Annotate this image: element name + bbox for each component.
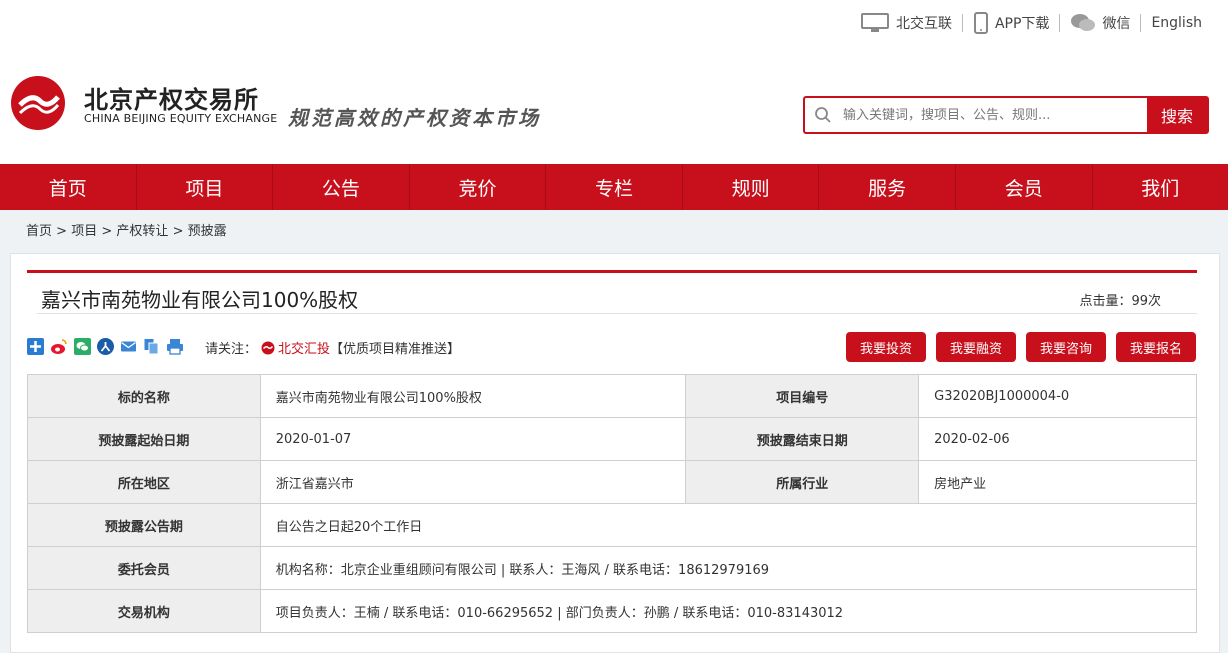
project-panel: 嘉兴市南苑物业有限公司100%股权 点击量：99次 请关注： 北交汇投 【优质项… (10, 253, 1220, 653)
breadcrumb-pre-disclosure: 预披露 (188, 224, 227, 239)
slogan: 规范高效的产权资本市场 (288, 102, 541, 131)
finance-button[interactable]: 我要融资 (936, 332, 1016, 362)
toplink-wechat[interactable]: 微信 (1060, 14, 1141, 32)
wechat-icon (1070, 13, 1096, 33)
copy-icon[interactable] (143, 338, 160, 355)
cbex-logo-icon[interactable] (10, 75, 66, 131)
breadcrumb-projects[interactable]: 项目 (71, 224, 97, 239)
table-row: 所在地区 浙江省嘉兴市 所属行业 房地产业 (28, 461, 1197, 504)
follow-link-label: 北交汇投 (278, 338, 330, 357)
register-button[interactable]: 我要报名 (1116, 332, 1196, 362)
info-value: 房地产业 (919, 461, 1197, 504)
table-row: 委托会员 机构名称：北京企业重组顾问有限公司 | 联系人：王海风 / 联系电话：… (28, 547, 1197, 590)
follow-prefix: 请关注： (205, 338, 257, 357)
renren-icon[interactable] (97, 338, 114, 355)
project-info-table: 标的名称 嘉兴市南苑物业有限公司100%股权 项目编号 G32020BJ1000… (27, 374, 1197, 633)
table-row: 标的名称 嘉兴市南苑物业有限公司100%股权 项目编号 G32020BJ1000… (28, 375, 1197, 418)
info-value: 嘉兴市南苑物业有限公司100%股权 (260, 375, 686, 418)
wechat-share-icon[interactable] (74, 338, 91, 355)
nav-about[interactable]: 我们 (1093, 164, 1228, 210)
search-box: 搜索 (803, 96, 1209, 134)
top-links: 北交互联 APP下载 微信 English (850, 10, 1212, 36)
hit-count: 点击量：99次 (1079, 290, 1161, 309)
breadcrumb: 首页 > 项目 > 产权转让 > 预披露 (26, 220, 227, 239)
nav-bidding[interactable]: 竞价 (410, 164, 547, 210)
share-bar (27, 338, 190, 355)
site-header: 北京产权交易所 CHINA BEIJING EQUITY EXCHANGE 规范… (0, 42, 1228, 164)
info-value: 浙江省嘉兴市 (260, 461, 686, 504)
follow-prompt: 请关注： 北交汇投 【优质项目精准推送】 (205, 338, 460, 357)
weibo-icon[interactable] (50, 338, 68, 355)
info-value: 项目负责人：王楠 / 联系电话：010-66295652 | 部门负责人：孙鹏 … (260, 590, 1196, 633)
nav-members[interactable]: 会员 (956, 164, 1093, 210)
toplink-bj-interconnect[interactable]: 北交互联 (850, 14, 963, 32)
toplink-english[interactable]: English (1141, 14, 1212, 32)
nav-projects[interactable]: 项目 (137, 164, 274, 210)
brand-name-en: CHINA BEIJING EQUITY EXCHANGE (84, 112, 277, 125)
info-label: 所在地区 (28, 461, 261, 504)
follow-bjhuitou-link[interactable]: 北交汇投 (261, 338, 330, 357)
email-icon[interactable] (120, 338, 137, 355)
brand-name-cn: 北京产权交易所 (84, 80, 259, 115)
nav-columns[interactable]: 专栏 (546, 164, 683, 210)
info-label: 预披露起始日期 (28, 418, 261, 461)
breadcrumb-sep: > (101, 224, 112, 239)
info-label: 交易机构 (28, 590, 261, 633)
breadcrumb-home[interactable]: 首页 (26, 224, 52, 239)
table-row: 预披露起始日期 2020-01-07 预披露结束日期 2020-02-06 (28, 418, 1197, 461)
info-label: 预披露公告期 (28, 504, 261, 547)
title-divider (37, 313, 1197, 314)
nav-announcements[interactable]: 公告 (273, 164, 410, 210)
cbex-small-logo-icon (261, 341, 275, 355)
nav-rules[interactable]: 规则 (683, 164, 820, 210)
toplink-label: English (1151, 15, 1202, 31)
nav-services[interactable]: 服务 (819, 164, 956, 210)
search-button[interactable]: 搜索 (1147, 98, 1207, 132)
toplink-label: APP下载 (995, 13, 1049, 33)
info-label: 项目编号 (686, 375, 919, 418)
breadcrumb-sep: > (173, 224, 184, 239)
info-value: 机构名称：北京企业重组顾问有限公司 | 联系人：王海风 / 联系电话：18612… (260, 547, 1196, 590)
nav-home[interactable]: 首页 (0, 164, 137, 210)
info-value: 2020-02-06 (919, 418, 1197, 461)
print-icon[interactable] (166, 338, 184, 355)
breadcrumb-sep: > (56, 224, 67, 239)
toplink-label: 北交互联 (896, 13, 952, 33)
follow-suffix: 【优质项目精准推送】 (330, 338, 460, 357)
search-input[interactable] (841, 98, 1147, 132)
info-value: G32020BJ1000004-0 (919, 375, 1197, 418)
action-buttons: 我要投资 我要融资 我要咨询 我要报名 (836, 332, 1196, 362)
title-accent-line (27, 270, 1197, 273)
phone-icon (973, 12, 989, 34)
info-label: 所属行业 (686, 461, 919, 504)
invest-button[interactable]: 我要投资 (846, 332, 926, 362)
main-nav: 首页 项目 公告 竞价 专栏 规则 服务 会员 我们 (0, 164, 1228, 210)
info-value: 自公告之日起20个工作日 (260, 504, 1196, 547)
toplink-label: 微信 (1102, 13, 1130, 33)
info-value: 2020-01-07 (260, 418, 686, 461)
breadcrumb-equity-transfer[interactable]: 产权转让 (116, 224, 168, 239)
monitor-icon (860, 13, 890, 33)
top-bar: 北交互联 APP下载 微信 English (0, 0, 1228, 43)
share-plus-icon[interactable] (27, 338, 44, 355)
table-row: 预披露公告期 自公告之日起20个工作日 (28, 504, 1197, 547)
info-label: 委托会员 (28, 547, 261, 590)
info-label: 标的名称 (28, 375, 261, 418)
info-label: 预披露结束日期 (686, 418, 919, 461)
toplink-app-download[interactable]: APP下载 (963, 14, 1060, 32)
project-title: 嘉兴市南苑物业有限公司100%股权 (41, 284, 358, 313)
search-icon (805, 98, 841, 132)
table-row: 交易机构 项目负责人：王楠 / 联系电话：010-66295652 | 部门负责… (28, 590, 1197, 633)
consult-button[interactable]: 我要咨询 (1026, 332, 1106, 362)
